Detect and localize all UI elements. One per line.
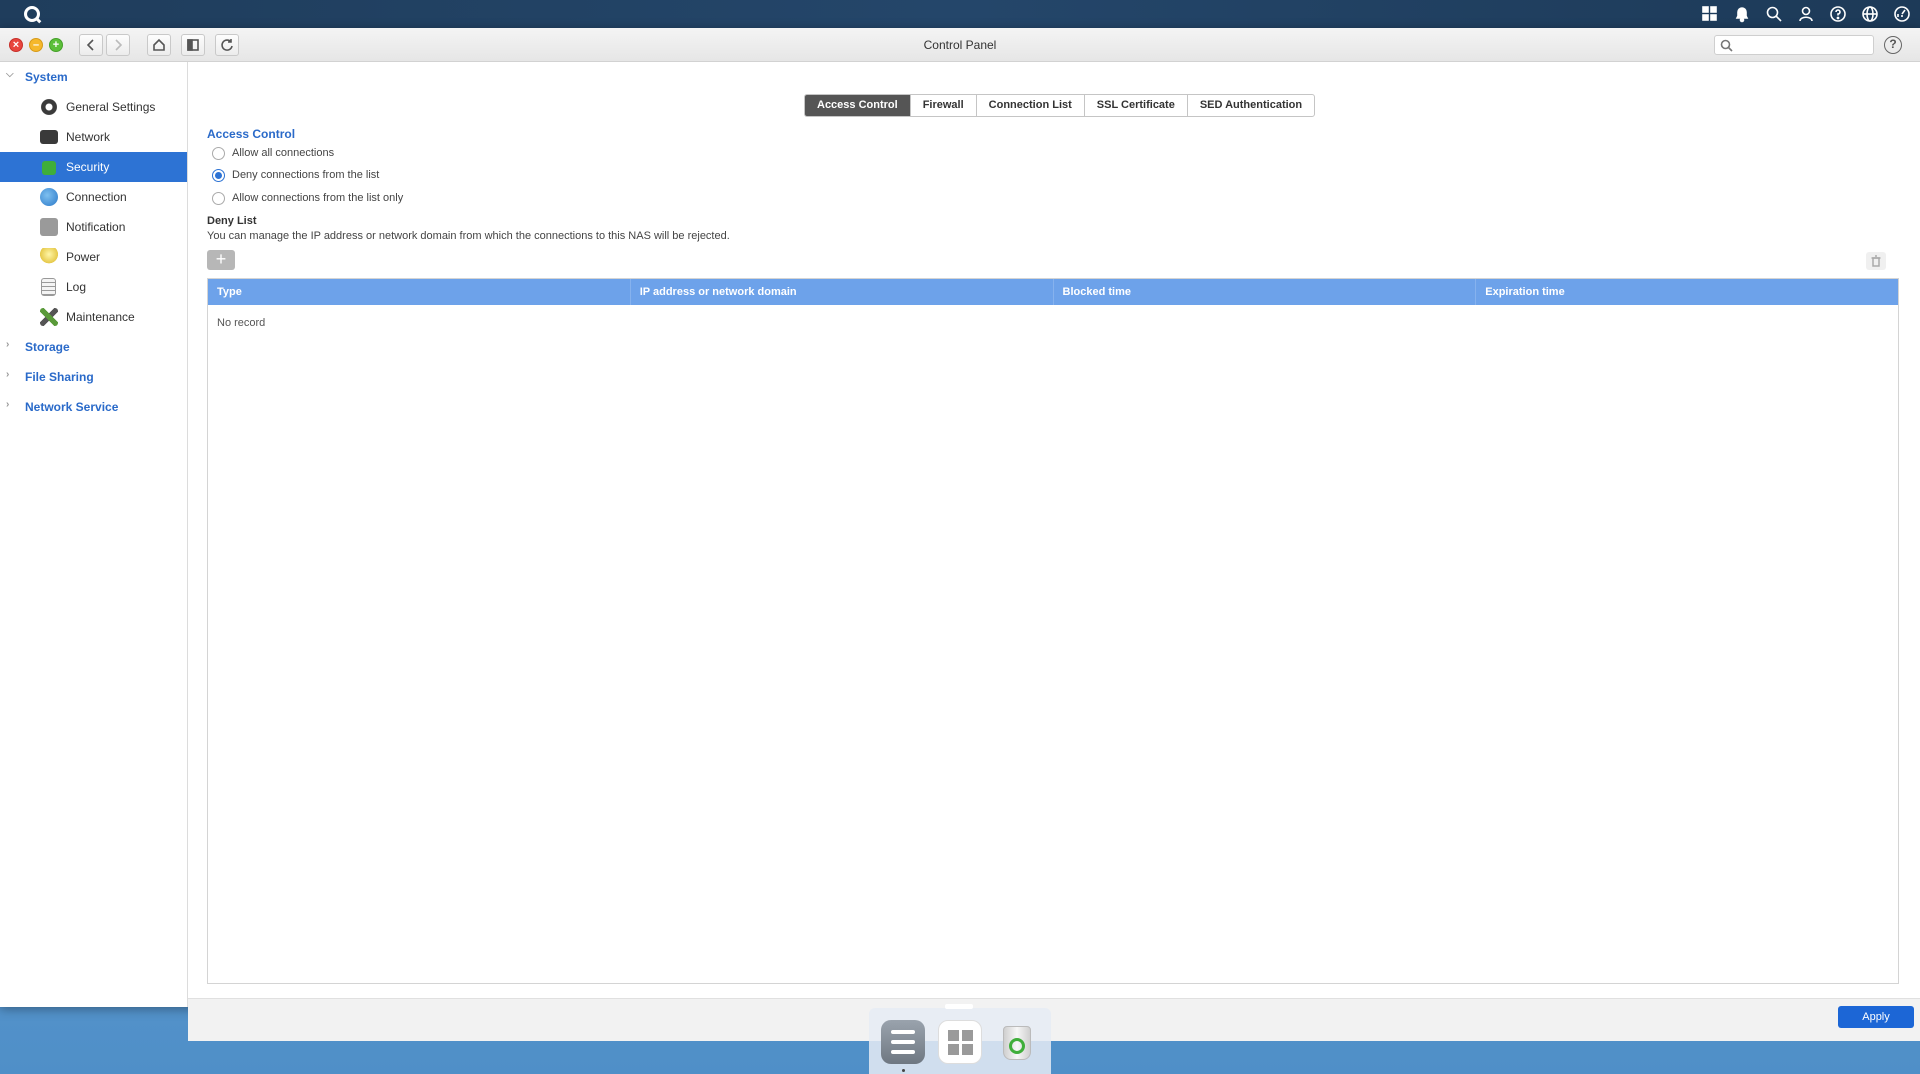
bulb-icon [40, 248, 58, 266]
search-icon [1720, 39, 1733, 52]
sidebar-item-label: Notification [66, 220, 126, 234]
sidebar-item-label: Network [66, 130, 111, 144]
sidebar-item-general-settings[interactable]: General Settings [0, 92, 187, 122]
sidebar-group-system[interactable]: ⌵ System [0, 62, 187, 92]
access-control-heading: Access Control [207, 127, 296, 141]
running-indicator [902, 1069, 905, 1072]
plus-icon: + [215, 249, 227, 269]
log-icon [41, 278, 56, 296]
delete-button[interactable] [1866, 252, 1886, 270]
radio-button[interactable] [212, 168, 225, 182]
tab-access-control[interactable]: Access Control [805, 95, 911, 116]
tab-connection-list[interactable]: Connection List [977, 95, 1085, 116]
network-icon [40, 130, 58, 144]
sidebar-group-storage[interactable]: › Storage [0, 332, 187, 362]
sidebar-group-label: File Sharing [25, 370, 94, 384]
help-icon[interactable] [1828, 4, 1848, 24]
sidebar-group-label: System [25, 70, 68, 84]
sidebar-item-label: Security [66, 160, 110, 174]
sidebar-group-label: Network Service [25, 400, 119, 414]
sidebar-item-label: Maintenance [66, 310, 135, 324]
column-header-blocked-time[interactable]: Blocked time [1054, 279, 1477, 305]
sidebar-item-security[interactable]: Security [0, 152, 187, 182]
tools-icon [40, 308, 58, 326]
sidebar-item-notification[interactable]: Notification [0, 212, 187, 242]
empty-state-text: No record [217, 317, 266, 329]
apps-grid-icon[interactable] [1700, 4, 1720, 24]
add-button[interactable]: + [207, 250, 235, 270]
sidebar-group-network-service[interactable]: › Network Service [0, 392, 187, 422]
top-bar-icons [1700, 0, 1912, 28]
control-panel-window: × – + Control Panel ? ⌵ System General S… [0, 28, 1920, 1041]
system-top-bar [0, 0, 1920, 28]
radio-button[interactable] [212, 146, 225, 160]
qnap-logo-icon[interactable] [24, 6, 40, 22]
search-input[interactable] [1714, 35, 1874, 55]
recycle-bin-icon[interactable] [995, 1020, 1039, 1064]
radio-allow-all[interactable]: Allow all connections [212, 145, 334, 161]
deny-list-table: Type IP address or network domain Blocke… [207, 278, 1899, 984]
sidebar-item-label: Log [66, 280, 87, 294]
globe-icon [40, 188, 58, 206]
radio-label: Deny connections from the list [232, 169, 380, 181]
column-header-expiration-time[interactable]: Expiration time [1476, 279, 1898, 305]
gear-icon [40, 98, 58, 116]
taskbar-dock [869, 1004, 1051, 1074]
bell-icon [40, 218, 58, 236]
sidebar: ⌵ System General Settings Network Securi… [0, 62, 188, 1007]
deny-list-description: You can manage the IP address or network… [207, 230, 730, 242]
window-title: Control Panel [923, 38, 997, 52]
sidebar-group-label: Storage [25, 340, 70, 354]
window-titlebar: × – + Control Panel ? [0, 28, 1920, 62]
app-center-icon[interactable] [938, 1020, 982, 1064]
sidebar-item-label: General Settings [66, 100, 156, 114]
footer-bar: Apply [188, 998, 1920, 1041]
trash-icon [1871, 255, 1881, 267]
tab-sed-authentication[interactable]: SED Authentication [1188, 95, 1314, 116]
sidebar-item-label: Connection [66, 190, 127, 204]
help-button[interactable]: ? [1884, 36, 1902, 54]
main-content: Access Control Firewall Connection List … [188, 62, 1920, 1041]
radio-deny-from-list[interactable]: Deny connections from the list [212, 167, 379, 183]
deny-list-heading: Deny List [207, 215, 257, 227]
notification-bell-icon[interactable] [1732, 4, 1752, 24]
sidebar-item-label: Power [66, 250, 101, 264]
lock-icon [42, 161, 56, 175]
tab-bar: Access Control Firewall Connection List … [804, 94, 1316, 117]
chevron-right-icon: › [6, 399, 10, 410]
radio-allow-from-list-only[interactable]: Allow connections from the list only [212, 190, 403, 206]
column-header-type[interactable]: Type [208, 279, 631, 305]
sidebar-item-network[interactable]: Network [0, 122, 187, 152]
column-header-ip[interactable]: IP address or network domain [631, 279, 1054, 305]
chevron-right-icon: › [6, 339, 10, 350]
dock-handle[interactable] [945, 1004, 973, 1009]
radio-label: Allow all connections [232, 147, 335, 159]
sidebar-item-log[interactable]: Log [0, 272, 187, 302]
tab-ssl-certificate[interactable]: SSL Certificate [1085, 95, 1188, 116]
control-panel-app-icon[interactable] [881, 1020, 925, 1064]
user-icon[interactable] [1796, 4, 1816, 24]
sidebar-item-connection[interactable]: Connection [0, 182, 187, 212]
sidebar-item-maintenance[interactable]: Maintenance [0, 302, 187, 332]
chevron-right-icon: › [6, 369, 10, 380]
sidebar-group-file-sharing[interactable]: › File Sharing [0, 362, 187, 392]
language-globe-icon[interactable] [1860, 4, 1880, 24]
chevron-down-icon: ⌵ [6, 69, 14, 80]
radio-button[interactable] [212, 191, 225, 205]
table-header: Type IP address or network domain Blocke… [208, 279, 1898, 305]
search-icon[interactable] [1764, 4, 1784, 24]
radio-label: Allow connections from the list only [232, 192, 404, 204]
sidebar-item-power[interactable]: Power [0, 242, 187, 272]
dashboard-gauge-icon[interactable] [1892, 4, 1912, 24]
apply-button[interactable]: Apply [1838, 1006, 1914, 1028]
tab-firewall[interactable]: Firewall [911, 95, 977, 116]
